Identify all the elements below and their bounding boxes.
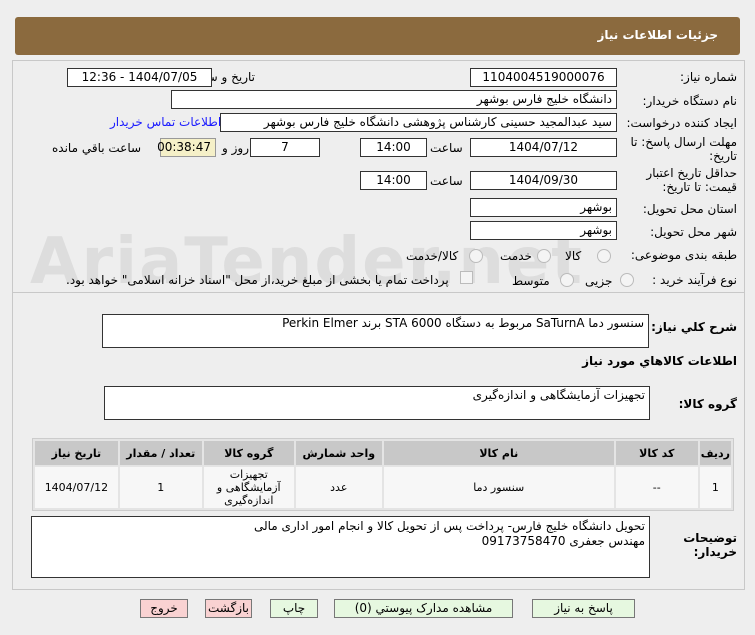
announce-field: 1404/07/05 - 12:36 xyxy=(67,68,212,87)
reply-button[interactable]: پاسخ به نیاز xyxy=(532,599,635,618)
category-radio-both[interactable] xyxy=(469,249,483,263)
category-radio-goods[interactable] xyxy=(597,249,611,263)
category-option-goods: کالا xyxy=(565,249,582,263)
remaining-time-field: 00:38:47 xyxy=(157,138,216,157)
print-button[interactable]: چاپ xyxy=(270,599,318,618)
days-label: روز و xyxy=(222,141,249,155)
category-label: طبقه بندی موضوعی: xyxy=(630,248,737,262)
deadline-time-field: 14:00 xyxy=(360,138,427,157)
process-radio-medium[interactable] xyxy=(560,273,574,287)
city-label: شهر محل تحویل: xyxy=(650,225,737,239)
table-row: 1 -- سنسور دما عدد تجهیزات آزمایشگاهی و … xyxy=(35,467,731,508)
goods-section-title: اطلاعات كالاهاي مورد نياز xyxy=(582,354,737,368)
col-group: گروه كالا xyxy=(203,441,294,465)
process-option-medium: متوسط xyxy=(512,274,550,288)
col-unit: واحد شمارش xyxy=(295,441,382,465)
buyer-field: دانشگاه خلیج فارس بوشهر xyxy=(171,90,617,109)
page-header: جزئیات اطلاعات نیاز xyxy=(15,17,740,55)
validity-date-field: 1404/09/30 xyxy=(470,171,617,190)
description-label: شرح كلي نياز: xyxy=(651,320,737,334)
goods-group-field[interactable]: تجهیزات آزمایشگاهی و اندازه‌گیری xyxy=(104,386,650,420)
cell-group: تجهیزات آزمایشگاهی و اندازه‌گیری xyxy=(203,467,294,508)
requester-label: ایجاد کننده درخواست: xyxy=(626,116,737,130)
days-field: 7 xyxy=(250,138,320,157)
col-code: كد كالا xyxy=(615,441,698,465)
deadline-date-field: 1404/07/12 xyxy=(470,138,617,157)
buyer-contact-link[interactable]: اطلاعات تماس خریدار xyxy=(110,115,221,129)
need-number-field: 1104004519000076 xyxy=(470,68,617,87)
cell-date: 1404/07/12 xyxy=(35,467,118,508)
buyer-label: نام دستگاه خریدار: xyxy=(642,94,738,108)
process-option-minor: جزیی xyxy=(585,274,613,288)
cell-row: 1 xyxy=(699,467,731,508)
view-attachments-button[interactable]: مشاهده مدارک پیوستي (0) xyxy=(334,599,513,618)
goods-group-label: گروه كالا: xyxy=(678,397,737,411)
validity-label: حداقل تاریخ اعتبار قیمت: تا تاریخ: xyxy=(646,166,737,194)
back-button[interactable]: بازگشت xyxy=(205,599,252,618)
goods-table: رديف كد كالا نام كالا واحد شمارش گروه كا… xyxy=(32,438,734,511)
table-header-row: رديف كد كالا نام كالا واحد شمارش گروه كا… xyxy=(35,441,731,465)
cell-code: -- xyxy=(615,467,698,508)
cell-qty: 1 xyxy=(119,467,202,508)
category-option-both: کالا/خدمت xyxy=(406,249,459,263)
page-title: جزئیات اطلاعات نیاز xyxy=(597,28,718,42)
notes-label: توضیحات خریدار: xyxy=(683,531,737,559)
city-field: بوشهر xyxy=(470,221,617,240)
notes-line-2: مهندس جعفری 09173758470 xyxy=(481,534,645,548)
description-field[interactable]: سنسور دما SaTurnA مربوط به دستگاه STA 60… xyxy=(102,314,649,348)
province-field: بوشهر xyxy=(470,198,617,217)
col-qty: تعداد / مقدار xyxy=(119,441,202,465)
validity-time-label: ساعت xyxy=(430,174,463,188)
col-row: رديف xyxy=(699,441,731,465)
exit-button[interactable]: خروج xyxy=(140,599,188,618)
remaining-label: ساعت باقي مانده xyxy=(52,141,142,155)
province-label: استان محل تحویل: xyxy=(642,202,737,216)
process-radio-minor[interactable] xyxy=(620,273,634,287)
deadline-time-label: ساعت xyxy=(430,141,463,155)
cell-unit: عدد xyxy=(295,467,382,508)
validity-time-field: 14:00 xyxy=(360,171,427,190)
deadline-label: مهلت ارسال پاسخ: تا تاریخ: xyxy=(630,135,737,163)
notes-line-1: تحویل دانشگاه خلیج فارس- پرداخت پس از تح… xyxy=(253,519,645,533)
category-option-service: خدمت xyxy=(500,249,532,263)
process-label: نوع فرآیند خرید : xyxy=(652,273,737,287)
treasury-payment-note: پرداخت تمام یا بخشی از مبلغ خرید،از محل … xyxy=(66,273,449,287)
cell-name: سنسور دما xyxy=(383,467,614,508)
need-number-label: شماره نیاز: xyxy=(680,70,737,84)
treasury-payment-checkbox[interactable] xyxy=(460,271,473,284)
category-radio-service[interactable] xyxy=(537,249,551,263)
requester-field: سید عبدالمجید حسینی کارشناس پژوهشی دانشگ… xyxy=(220,113,617,132)
col-name: نام كالا xyxy=(383,441,614,465)
col-date: تاريخ نياز xyxy=(35,441,118,465)
notes-field[interactable]: تحویل دانشگاه خلیج فارس- پرداخت پس از تح… xyxy=(31,516,650,578)
